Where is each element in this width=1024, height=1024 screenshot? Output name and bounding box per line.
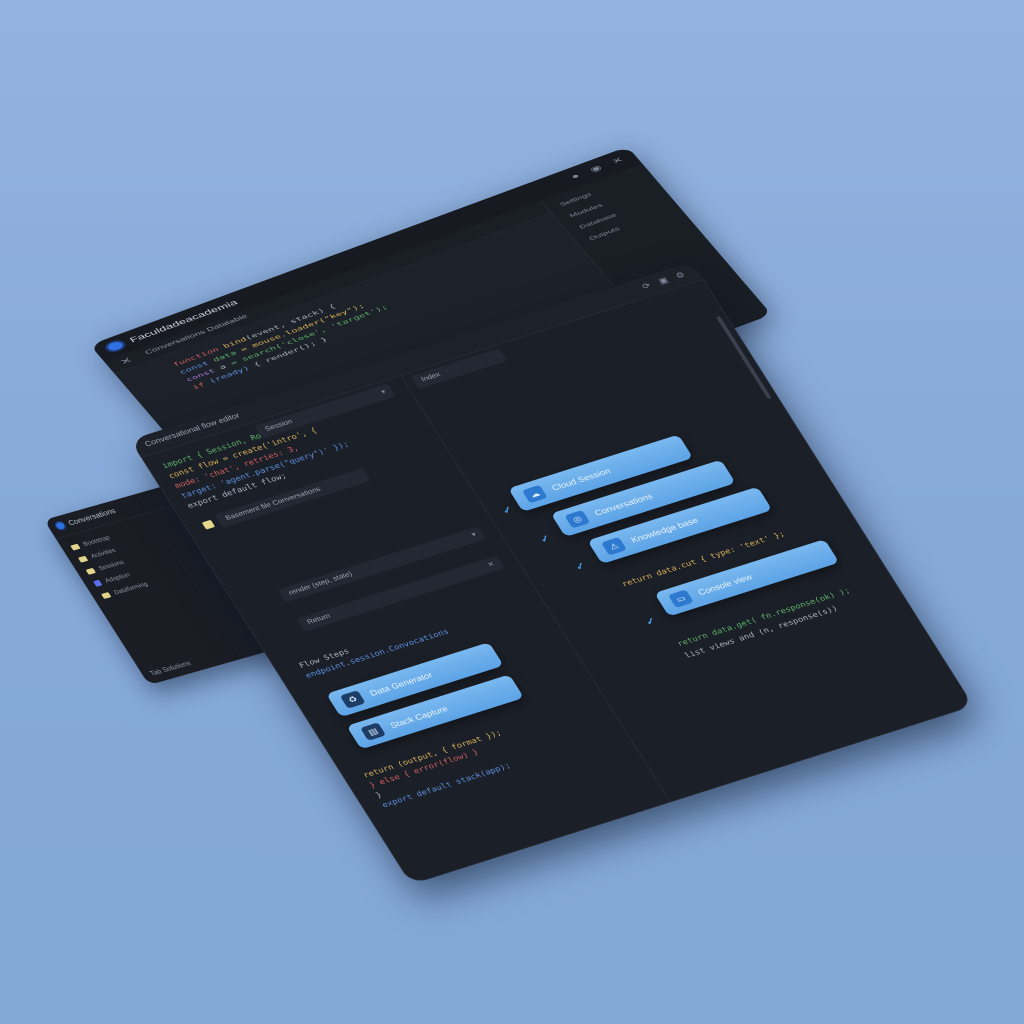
folder-icon xyxy=(70,543,81,551)
dropdown-label: Return xyxy=(305,612,333,626)
scene: Faculdadeacademia ● ◉ ✕ ✕ Conversations … xyxy=(0,0,1024,1024)
scrollbar[interactable] xyxy=(716,315,772,400)
folder-icon xyxy=(100,591,112,599)
dropdown-label: render (step, state) xyxy=(287,570,354,597)
close-icon: ✕ xyxy=(486,560,497,569)
check-icon: ✓ xyxy=(643,614,658,628)
file-tree: Bootstrap Activities Sessions Adoption D… xyxy=(68,529,151,602)
check-icon: ✓ xyxy=(537,532,553,545)
explorer-title: Conversations xyxy=(66,506,118,528)
button-label: Conversations xyxy=(592,491,655,518)
recycle-icon: ♻ xyxy=(339,690,366,709)
button-label: Cloud Session xyxy=(549,466,613,493)
terminal-icon: ▤ xyxy=(360,722,387,741)
explorer-footer: Tab Solutions xyxy=(148,659,193,678)
button-label: Console view xyxy=(696,572,755,598)
note-icon xyxy=(201,519,216,530)
tab-close-icon[interactable]: ✕ xyxy=(118,355,135,367)
index-label: Index xyxy=(419,371,442,384)
settings-icon[interactable]: ⚙ xyxy=(674,270,687,281)
check-icon: ✓ xyxy=(500,503,515,516)
chevron-down-icon: ▾ xyxy=(379,388,388,396)
monitor-icon: ▭ xyxy=(667,589,694,608)
app-logo-icon xyxy=(105,340,125,352)
sync-icon[interactable]: ⟳ xyxy=(640,281,653,292)
close-icon[interactable]: ✕ xyxy=(610,155,626,166)
chevron-down-icon: ▾ xyxy=(470,531,478,539)
button-label: Knowledge base xyxy=(629,515,700,545)
check-icon: ✓ xyxy=(572,560,588,573)
folder-icon xyxy=(77,555,89,563)
button-label: Stack Capture xyxy=(388,704,450,731)
globe-icon[interactable]: ◉ xyxy=(588,163,604,174)
circle-icon[interactable]: ● xyxy=(569,171,582,181)
return-dropdown[interactable]: Return ✕ xyxy=(296,555,505,632)
file-icon xyxy=(93,579,103,587)
cloud-icon: ☁ xyxy=(521,484,548,504)
warning-icon: ⚠ xyxy=(601,536,627,556)
folder-icon xyxy=(85,567,96,575)
headset-icon: ◎ xyxy=(564,509,591,529)
button-label: Data Generator xyxy=(367,670,435,698)
layout-icon[interactable]: ▣ xyxy=(656,275,670,286)
app-logo-icon xyxy=(54,521,67,531)
